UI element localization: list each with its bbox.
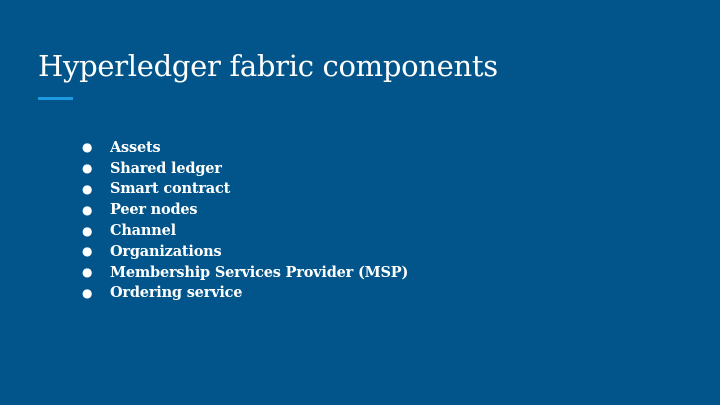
bullet-text: Smart contract: [110, 180, 231, 198]
slide: Hyperledger fabric components ● Assets ●…: [0, 0, 720, 405]
bullet-item: ● Peer nodes: [82, 199, 408, 220]
bullet-dot-icon: ●: [82, 244, 93, 259]
bullet-text: Channel: [110, 222, 176, 240]
bullet-item: ● Membership Services Provider (MSP): [82, 262, 408, 283]
bullet-item: ● Channel: [82, 220, 408, 241]
bullet-dot-icon: ●: [82, 161, 93, 176]
bullet-text: Ordering service: [110, 284, 243, 302]
bullet-text: Membership Services Provider (MSP): [110, 263, 409, 281]
bullet-dot-icon: ●: [82, 202, 93, 217]
bullet-item: ● Smart contract: [82, 179, 408, 200]
bullet-text: Assets: [110, 138, 161, 156]
bullet-item: ● Assets: [82, 137, 408, 158]
bullet-text: Peer nodes: [110, 201, 198, 219]
bullet-text: Shared ledger: [110, 159, 222, 177]
bullet-dot-icon: ●: [82, 140, 93, 155]
bullet-dot-icon: ●: [82, 223, 93, 238]
bullet-dot-icon: ●: [82, 285, 93, 300]
bullet-text: Organizations: [110, 242, 222, 260]
bullet-dot-icon: ●: [82, 265, 93, 280]
bullet-dot-icon: ●: [82, 181, 93, 196]
bullet-item: ● Ordering service: [82, 283, 408, 304]
bullet-list: ● Assets ● Shared ledger ● Smart contrac…: [82, 137, 408, 303]
bullet-item: ● Shared ledger: [82, 158, 408, 179]
bullet-item: ● Organizations: [82, 241, 408, 262]
title-accent-bar: [38, 97, 73, 100]
slide-title: Hyperledger fabric components: [38, 49, 498, 83]
